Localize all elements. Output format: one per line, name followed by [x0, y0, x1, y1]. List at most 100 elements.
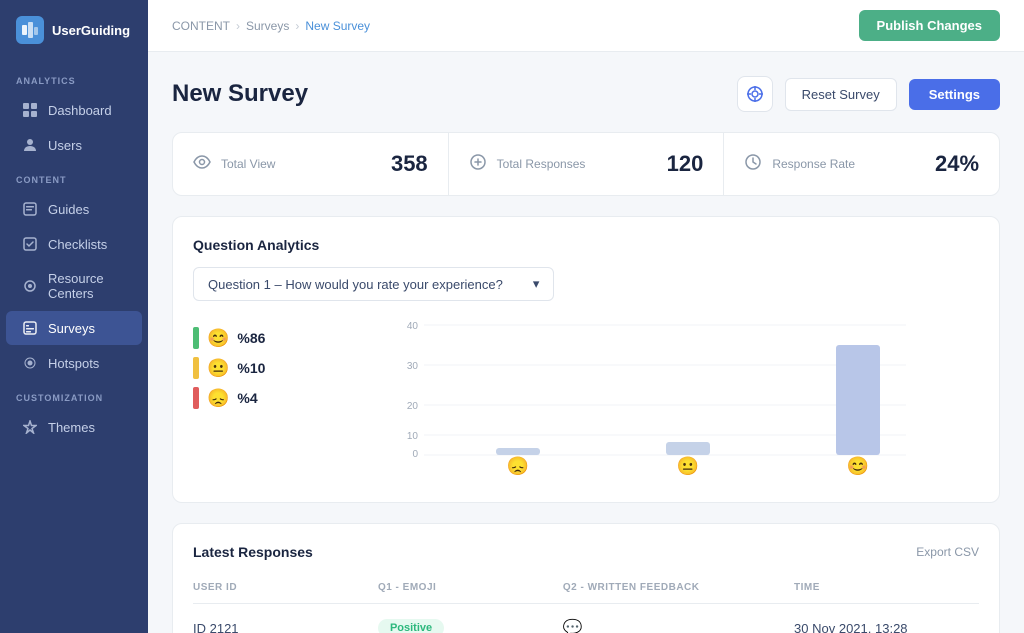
breadcrumb-surveys: Surveys: [246, 19, 289, 33]
themes-icon: [22, 419, 38, 435]
stat-label-total-view: Total View: [221, 157, 381, 171]
sidebar-label-surveys: Surveys: [48, 321, 95, 336]
bar-happy: [836, 345, 880, 455]
stats-row: Total View 358 Total Responses 120: [172, 132, 1000, 196]
eye-icon: [193, 155, 211, 174]
target-icon-button[interactable]: [737, 76, 773, 112]
svg-text:30: 30: [407, 361, 419, 372]
bar-chart-wrapper: 40 30 20 10 0: [333, 317, 979, 482]
sidebar-item-resource-centers[interactable]: Resource Centers: [6, 262, 142, 310]
stat-value-response-rate: 24%: [935, 151, 979, 177]
breadcrumb: CONTENT › Surveys › New Survey: [172, 19, 370, 33]
sidebar-label-users: Users: [48, 138, 82, 153]
sidebar-label-checklists: Checklists: [48, 237, 107, 252]
sidebar-item-guides[interactable]: Guides: [6, 192, 142, 226]
question-select-dropdown[interactable]: Question 1 – How would you rate your exp…: [193, 267, 554, 301]
question-select-text: Question 1 – How would you rate your exp…: [208, 277, 503, 292]
td-badge-1: Positive: [378, 619, 563, 633]
responses-title: Latest Responses: [193, 544, 313, 560]
legend-bar-neutral: [193, 357, 199, 379]
rate-icon: [744, 154, 762, 175]
chevron-down-icon: ▾: [533, 276, 540, 292]
sidebar-section-content: CONTENT Guides Checklists: [0, 163, 148, 381]
surveys-icon: [22, 320, 38, 336]
badge-positive: Positive: [378, 619, 444, 633]
comment-icon: 💬: [563, 620, 583, 633]
publish-button[interactable]: Publish Changes: [859, 10, 1000, 41]
table-header: USER ID Q1 - EMOJI Q2 - WRITTEN FEEDBACK…: [193, 576, 979, 604]
legend-item-positive: 😊 %86: [193, 327, 313, 349]
reset-survey-button[interactable]: Reset Survey: [785, 78, 897, 111]
sidebar-item-users[interactable]: Users: [6, 128, 142, 162]
dashboard-icon: [22, 102, 38, 118]
sidebar-item-themes[interactable]: Themes: [6, 410, 142, 444]
x-label-sad: 😞: [507, 456, 529, 476]
section-label-customization: CUSTOMIZATION: [0, 381, 148, 409]
main-content: CONTENT › Surveys › New Survey Publish C…: [148, 0, 1024, 633]
sidebar-item-surveys[interactable]: Surveys: [6, 311, 142, 345]
legend-bar-negative: [193, 387, 199, 409]
analytics-title: Question Analytics: [193, 237, 979, 253]
stat-card-response-rate: Response Rate 24%: [724, 133, 999, 195]
stat-card-total-responses: Total Responses 120: [449, 133, 725, 195]
th-q2-feedback: Q2 - WRITTEN FEEDBACK: [563, 582, 794, 593]
page-title: New Survey: [172, 80, 308, 108]
stat-value-total-responses: 120: [667, 151, 704, 177]
checklists-icon: [22, 236, 38, 252]
page-header: New Survey Reset Survey Settings: [172, 76, 1000, 112]
export-csv-button[interactable]: Export CSV: [916, 545, 979, 559]
logo-text: UserGuiding: [52, 23, 130, 38]
hotspots-icon: [22, 355, 38, 371]
breadcrumb-current: New Survey: [305, 19, 370, 33]
legend-item-negative: 😞 %4: [193, 387, 313, 409]
sidebar-section-analytics: ANALYTICS Dashboard Users: [0, 64, 148, 163]
sidebar-label-hotspots: Hotspots: [48, 356, 99, 371]
th-q1-emoji: Q1 - EMOJI: [378, 582, 563, 593]
sidebar-label-resource-centers: Resource Centers: [48, 271, 126, 301]
section-label-content: CONTENT: [0, 163, 148, 191]
legend-emoji-neutral: 😐: [207, 358, 229, 379]
legend-emoji-positive: 😊: [207, 328, 229, 349]
breadcrumb-content: CONTENT: [172, 19, 230, 33]
users-icon: [22, 137, 38, 153]
th-user-id: USER ID: [193, 582, 378, 593]
svg-text:20: 20: [407, 401, 419, 412]
topnav: CONTENT › Surveys › New Survey Publish C…: [148, 0, 1024, 52]
analytics-card: Question Analytics Question 1 – How woul…: [172, 216, 1000, 503]
responses-card: Latest Responses Export CSV USER ID Q1 -…: [172, 523, 1000, 633]
legend-bar-positive: [193, 327, 199, 349]
bar-sad: [496, 448, 540, 455]
legend-pct-neutral: %10: [237, 360, 265, 376]
x-label-happy: 😊: [847, 456, 869, 476]
legend-pct-positive: %86: [237, 330, 265, 346]
settings-button[interactable]: Settings: [909, 79, 1000, 110]
stat-card-total-view: Total View 358: [173, 133, 449, 195]
sidebar-item-dashboard[interactable]: Dashboard: [6, 93, 142, 127]
legend-emoji-negative: 😞: [207, 388, 229, 409]
page-actions: Reset Survey Settings: [737, 76, 1000, 112]
td-user-id-1: ID 2121: [193, 621, 378, 633]
table-row: ID 2121 Positive 💬 30 Nov 2021, 13:28: [193, 604, 979, 633]
guides-icon: [22, 201, 38, 217]
svg-text:40: 40: [407, 321, 419, 332]
sidebar-logo: UserGuiding: [0, 16, 148, 64]
sidebar-label-guides: Guides: [48, 202, 89, 217]
sidebar-item-checklists[interactable]: Checklists: [6, 227, 142, 261]
resource-centers-icon: [22, 278, 38, 294]
x-label-neutral: 😐: [677, 456, 699, 476]
bar-chart-svg: 40 30 20 10 0: [333, 317, 979, 477]
breadcrumb-sep-2: ›: [295, 19, 299, 33]
stat-value-total-view: 358: [391, 151, 428, 177]
sidebar: UserGuiding ANALYTICS Dashboard: [0, 0, 148, 633]
svg-text:0: 0: [412, 449, 418, 460]
logo-icon: [16, 16, 44, 44]
td-time-1: 30 Nov 2021, 13:28: [794, 621, 979, 633]
breadcrumb-sep-1: ›: [236, 19, 240, 33]
sidebar-label-themes: Themes: [48, 420, 95, 435]
page-content: New Survey Reset Survey Settings: [148, 52, 1024, 633]
stat-label-total-responses: Total Responses: [497, 157, 657, 171]
legend-item-neutral: 😐 %10: [193, 357, 313, 379]
sidebar-item-hotspots[interactable]: Hotspots: [6, 346, 142, 380]
legend-pct-negative: %4: [237, 390, 257, 406]
responses-header: Latest Responses Export CSV: [193, 544, 979, 560]
